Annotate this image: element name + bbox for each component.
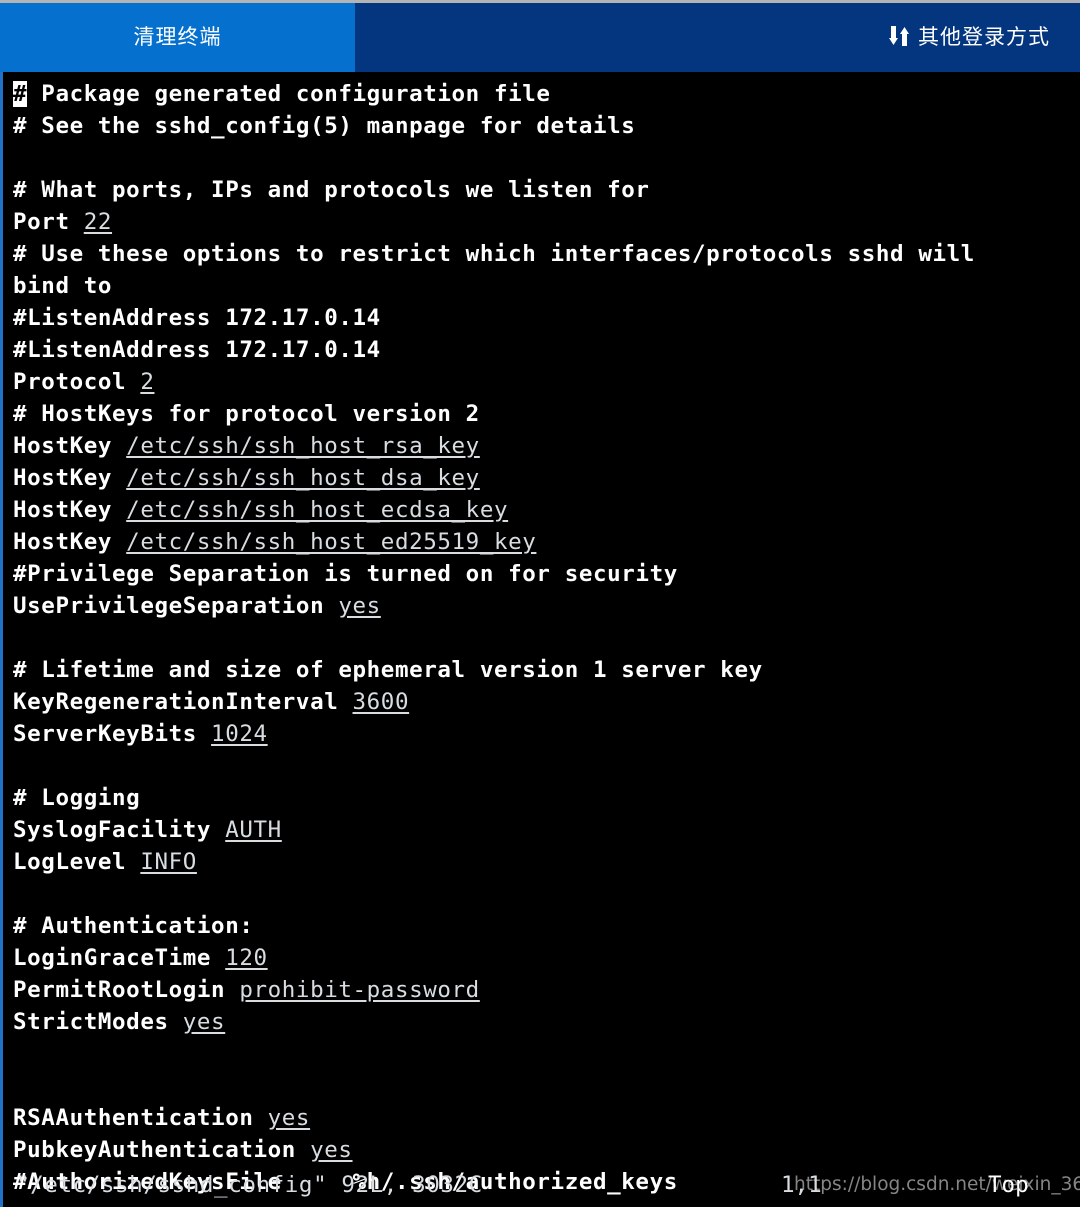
terminal-line: # Package generated configuration file (13, 78, 1080, 110)
terminal-line: # HostKeys for protocol version 2 (13, 398, 1080, 430)
terminal-line: SyslogFacility AUTH (13, 814, 1080, 846)
terminal-text: Package generated configuration file (27, 81, 551, 107)
config-keyword: PermitRootLogin (13, 977, 240, 1003)
config-keyword: HostKey (13, 497, 127, 523)
terminal-line: PubkeyAuthentication yes (13, 1134, 1080, 1166)
terminal-line: StrictModes yes (13, 1006, 1080, 1038)
config-keyword: LoginGraceTime (13, 945, 226, 971)
terminal-line: HostKey /etc/ssh/ssh_host_dsa_key (13, 462, 1080, 494)
terminal-text-buffer: # Package generated configuration file # … (3, 72, 1080, 1198)
config-value: yes (182, 1009, 226, 1035)
terminal-line: # Lifetime and size of ephemeral version… (13, 654, 1080, 686)
window-top-edge (0, 0, 1080, 3)
terminal-screen[interactable]: # Package generated configuration file # … (0, 72, 1080, 1207)
remote-terminal-window: 清理终端 其他登录方式 # Package generated configur… (0, 0, 1080, 1207)
config-value: 22 (83, 209, 113, 235)
config-value: 3600 (352, 689, 410, 715)
terminal-text: bind to (13, 273, 113, 299)
terminal-text: #ListenAddress 172.17.0.14 (13, 337, 381, 363)
terminal-line: bind to (13, 270, 1080, 302)
config-keyword: ServerKeyBits (13, 721, 212, 747)
terminal-line: HostKey /etc/ssh/ssh_host_ecdsa_key (13, 494, 1080, 526)
terminal-cursor: # (13, 81, 28, 107)
vim-cursor-position: 1,1 (781, 1172, 822, 1198)
terminal-line: UsePrivilegeSeparation yes (13, 590, 1080, 622)
config-value: /etc/ssh/ssh_host_rsa_key (126, 433, 480, 459)
config-keyword: KeyRegenerationInterval (13, 689, 353, 715)
config-keyword: RSAAuthentication (13, 1105, 268, 1131)
config-value: /etc/ssh/ssh_host_ecdsa_key (126, 497, 509, 523)
terminal-text: # See the sshd_config(5) manpage for det… (13, 113, 636, 139)
terminal-line: PermitRootLogin prohibit-password (13, 974, 1080, 1006)
config-keyword: HostKey (13, 465, 127, 491)
config-value: 120 (225, 945, 268, 971)
terminal-text: #ListenAddress 172.17.0.14 (13, 305, 381, 331)
switch-arrows-icon (888, 24, 910, 48)
terminal-line: HostKey /etc/ssh/ssh_host_rsa_key (13, 430, 1080, 462)
vim-scroll-position: Top (988, 1172, 1029, 1198)
other-login-methods-label: 其他登录方式 (918, 25, 1050, 49)
config-keyword: LogLevel (13, 849, 141, 875)
terminal-text: #Privilege Separation is turned on for s… (13, 561, 678, 587)
config-keyword: UsePrivilegeSeparation (13, 593, 339, 619)
config-keyword: HostKey (13, 433, 127, 459)
terminal-text: # Lifetime and size of ephemeral version… (13, 657, 763, 683)
terminal-line: LogLevel INFO (13, 846, 1080, 878)
config-keyword: HostKey (13, 529, 127, 555)
terminal-text: # Logging (13, 785, 141, 811)
config-keyword: StrictModes (13, 1009, 183, 1035)
clear-terminal-button[interactable]: 清理终端 (0, 0, 355, 72)
terminal-line: # What ports, IPs and protocols we liste… (13, 174, 1080, 206)
terminal-text: # Use these options to restrict which in… (13, 241, 975, 267)
terminal-line: #ListenAddress 172.17.0.14 (13, 302, 1080, 334)
config-keyword: PubkeyAuthentication (13, 1137, 311, 1163)
config-value: /etc/ssh/ssh_host_ed25519_key (126, 529, 537, 555)
terminal-text: # Authentication: (13, 913, 254, 939)
other-login-methods-button[interactable]: 其他登录方式 (888, 0, 1080, 72)
terminal-line: #Privilege Separation is turned on for s… (13, 558, 1080, 590)
terminal-line: # See the sshd_config(5) manpage for det… (13, 110, 1080, 142)
terminal-line: # Use these options to restrict which in… (13, 238, 1080, 270)
config-keyword: Port (13, 209, 84, 235)
config-value: yes (338, 593, 381, 619)
watermark-text: https://blog.csdn.net/weixin_36626 (794, 1174, 1080, 1195)
config-value: AUTH (225, 817, 282, 843)
terminal-line: RSAAuthentication yes (13, 1102, 1080, 1134)
terminal-line: # Authentication: (13, 910, 1080, 942)
terminal-text: # HostKeys for protocol version 2 (13, 401, 480, 427)
terminal-line: Protocol 2 (13, 366, 1080, 398)
terminal-line: HostKey /etc/ssh/ssh_host_ed25519_key (13, 526, 1080, 558)
config-value: prohibit-password (239, 977, 480, 1003)
terminal-line: Port 22 (13, 206, 1080, 238)
terminal-line: KeyRegenerationInterval 3600 (13, 686, 1080, 718)
terminal-text: # What ports, IPs and protocols we liste… (13, 177, 650, 203)
config-value: yes (310, 1137, 353, 1163)
config-keyword: Protocol (13, 369, 141, 395)
terminal-line: #ListenAddress 172.17.0.14 (13, 334, 1080, 366)
clear-terminal-label: 清理终端 (133, 25, 222, 49)
config-value: 1024 (211, 721, 268, 747)
terminal-line: ServerKeyBits 1024 (13, 718, 1080, 750)
config-value: yes (267, 1105, 311, 1131)
terminal-line: # Logging (13, 782, 1080, 814)
terminal-line: LoginGraceTime 120 (13, 942, 1080, 974)
config-keyword: SyslogFacility (13, 817, 226, 843)
config-value: /etc/ssh/ssh_host_dsa_key (126, 465, 480, 491)
toolbar: 清理终端 其他登录方式 (0, 0, 1080, 72)
config-value: 2 (140, 369, 155, 395)
config-value: INFO (140, 849, 197, 875)
